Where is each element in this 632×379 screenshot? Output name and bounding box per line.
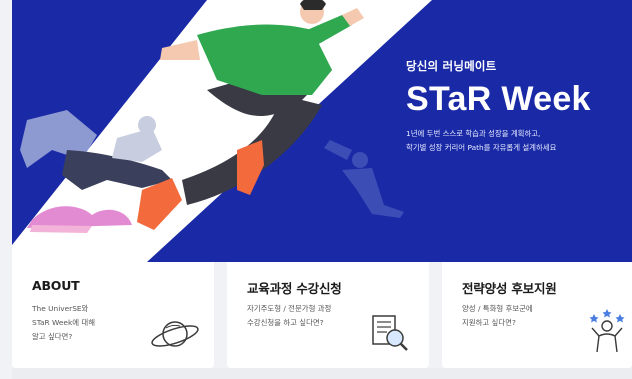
- hero-banner[interactable]: 당신의 러닝메이트 STaR Week 1년에 두번 스스로 학습과 성장을 계…: [12, 0, 632, 262]
- quick-link-cards: ABOUT The UniverSE와 STaR Week에 대해 알고 싶다면…: [12, 262, 632, 368]
- play-icon[interactable]: [64, 242, 71, 250]
- slide-dot-2[interactable]: [36, 243, 41, 249]
- slide-dot-1[interactable]: [24, 243, 29, 249]
- hero-copy: 당신의 러닝메이트 STaR Week 1년에 두번 스스로 학습과 성장을 계…: [406, 58, 591, 155]
- card-description: 양성 / 특화형 후보군에 지원하고 싶다면?: [462, 304, 533, 327]
- card-description: The UniverSE와 STaR Week에 대해 알고 싶다면?: [32, 304, 95, 341]
- page: 당신의 러닝메이트 STaR Week 1년에 두번 스스로 학습과 성장을 계…: [0, 0, 632, 379]
- slide-dot-3[interactable]: [48, 243, 53, 249]
- document-search-icon: [372, 315, 408, 351]
- card-title: 전략양성 후보지원: [462, 281, 557, 296]
- card-about[interactable]: ABOUT The UniverSE와 STaR Week에 대해 알고 싶다면…: [12, 262, 214, 368]
- hero-description: 1년에 두번 스스로 학습과 성장을 계획하고, 학기별 성장 커리어 Path…: [406, 127, 591, 155]
- slider-pagination: [24, 242, 71, 250]
- hero-desc-line1: 1년에 두번 스스로 학습과 성장을 계획하고,: [406, 129, 541, 138]
- footer-strip: [12, 368, 632, 379]
- card-description: 자기주도형 / 전문가형 과정 수강신청을 하고 싶다면?: [247, 304, 332, 327]
- hero-desc-line2: 학기별 성장 커리어 Path를 자유롭게 설계하세요: [406, 143, 557, 152]
- hero-title: STaR Week: [406, 80, 591, 118]
- card-title: 교육과정 수강신청: [247, 281, 342, 296]
- card-course-registration[interactable]: 교육과정 수강신청 자기주도형 / 전문가형 과정 수강신청을 하고 싶다면?: [227, 262, 429, 368]
- card-title: ABOUT: [32, 278, 80, 293]
- hero-kicker: 당신의 러닝메이트: [406, 59, 497, 73]
- card-candidate-application[interactable]: 전략양성 후보지원 양성 / 특화형 후보군에 지원하고 싶다면?: [442, 262, 632, 368]
- person-stars-icon: [589, 309, 625, 353]
- planet-icon: [151, 321, 199, 347]
